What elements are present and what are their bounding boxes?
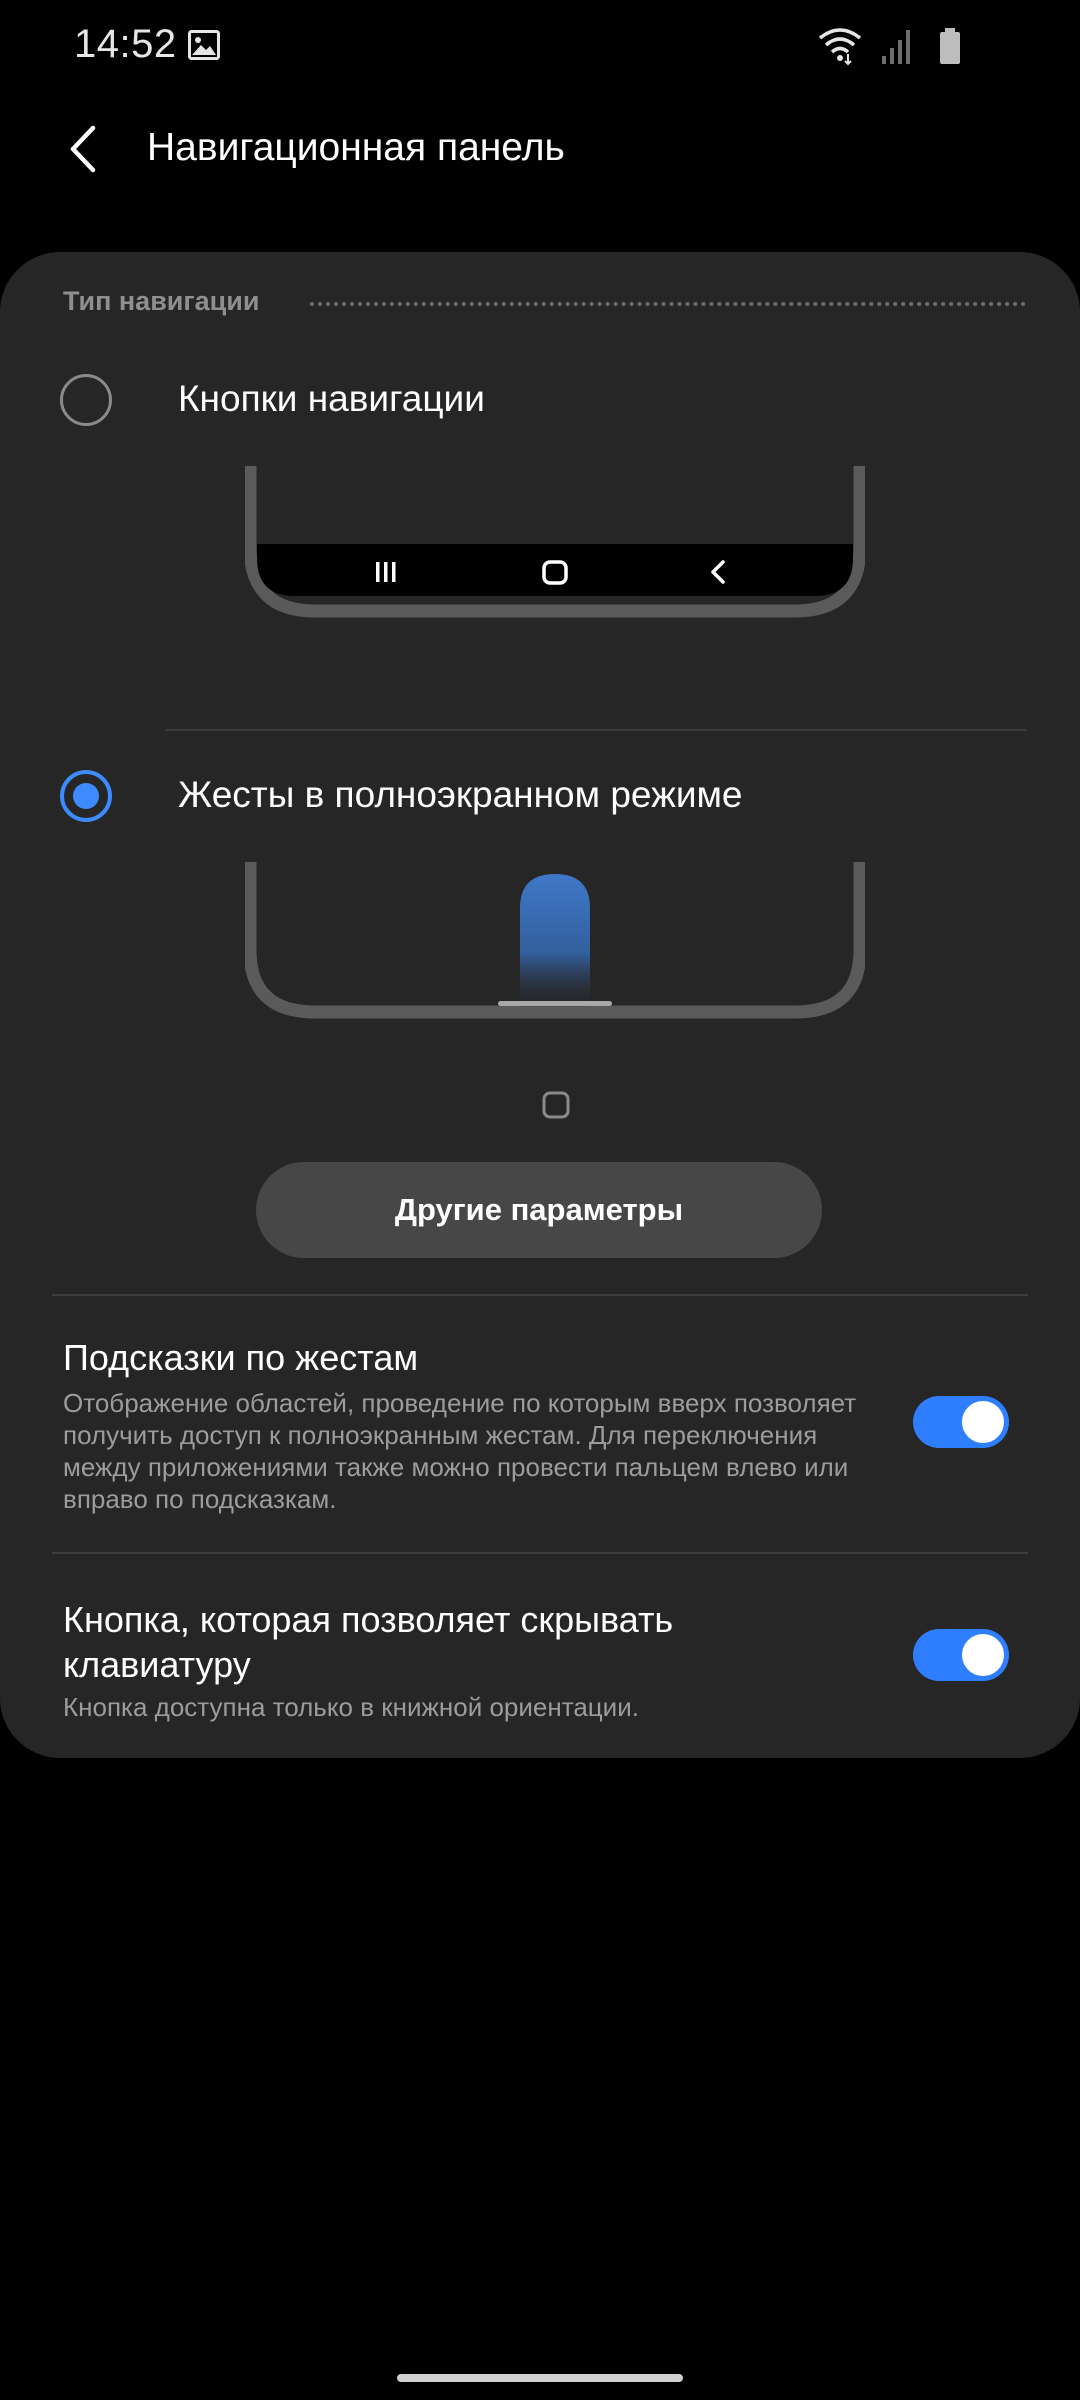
recents-icon [376,562,396,582]
gesture-hint-bar [498,1001,612,1006]
status-bar: 14:52 [0,0,1080,96]
navigation-buttons-illustration [245,466,865,618]
setting-title: Кнопка, которая позволяет скрывать клави… [63,1599,674,1685]
section-divider [310,302,1026,306]
radio-fullscreen-gestures[interactable] [60,770,112,822]
gallery-icon [188,30,220,60]
app-bar: Навигационная панель [0,96,1080,204]
option-label: Кнопки навигации [178,378,485,419]
page-title: Навигационная панель [147,126,565,169]
toggle-thumb [959,1631,1007,1679]
option-label: Жесты в полноэкранном режиме [178,774,743,815]
divider [166,729,1026,731]
hide-keyboard-toggle[interactable] [913,1629,1009,1681]
option-navigation-buttons[interactable]: Кнопки навигации [0,344,1080,454]
home-indicator[interactable] [397,2374,683,2382]
divider [52,1294,1028,1296]
status-time: 14:52 [74,22,177,66]
option-fullscreen-gestures[interactable]: Жесты в полноэкранном режиме [0,736,1080,846]
divider [52,1552,1028,1554]
more-options-button[interactable]: Другие параметры [256,1162,822,1258]
radio-navigation-buttons[interactable] [60,374,112,426]
home-icon [542,1091,570,1119]
setting-title: Подсказки по жестам [63,1337,419,1378]
section-header: Тип навигации [63,286,260,316]
setting-description: Кнопка доступна только в книжной ориента… [63,1692,639,1722]
toggle-thumb [959,1398,1007,1446]
chevron-left-icon [70,125,96,173]
finger-swipe-icon [520,874,590,1007]
settings-card: Тип навигации Кнопки навигации Жесты в п… [0,252,1080,1758]
back-button[interactable] [50,114,120,184]
setting-description: Отображение областей, проведение по кото… [63,1388,857,1514]
fullscreen-gestures-illustration [245,862,865,1019]
gesture-hints-toggle[interactable] [913,1396,1009,1448]
